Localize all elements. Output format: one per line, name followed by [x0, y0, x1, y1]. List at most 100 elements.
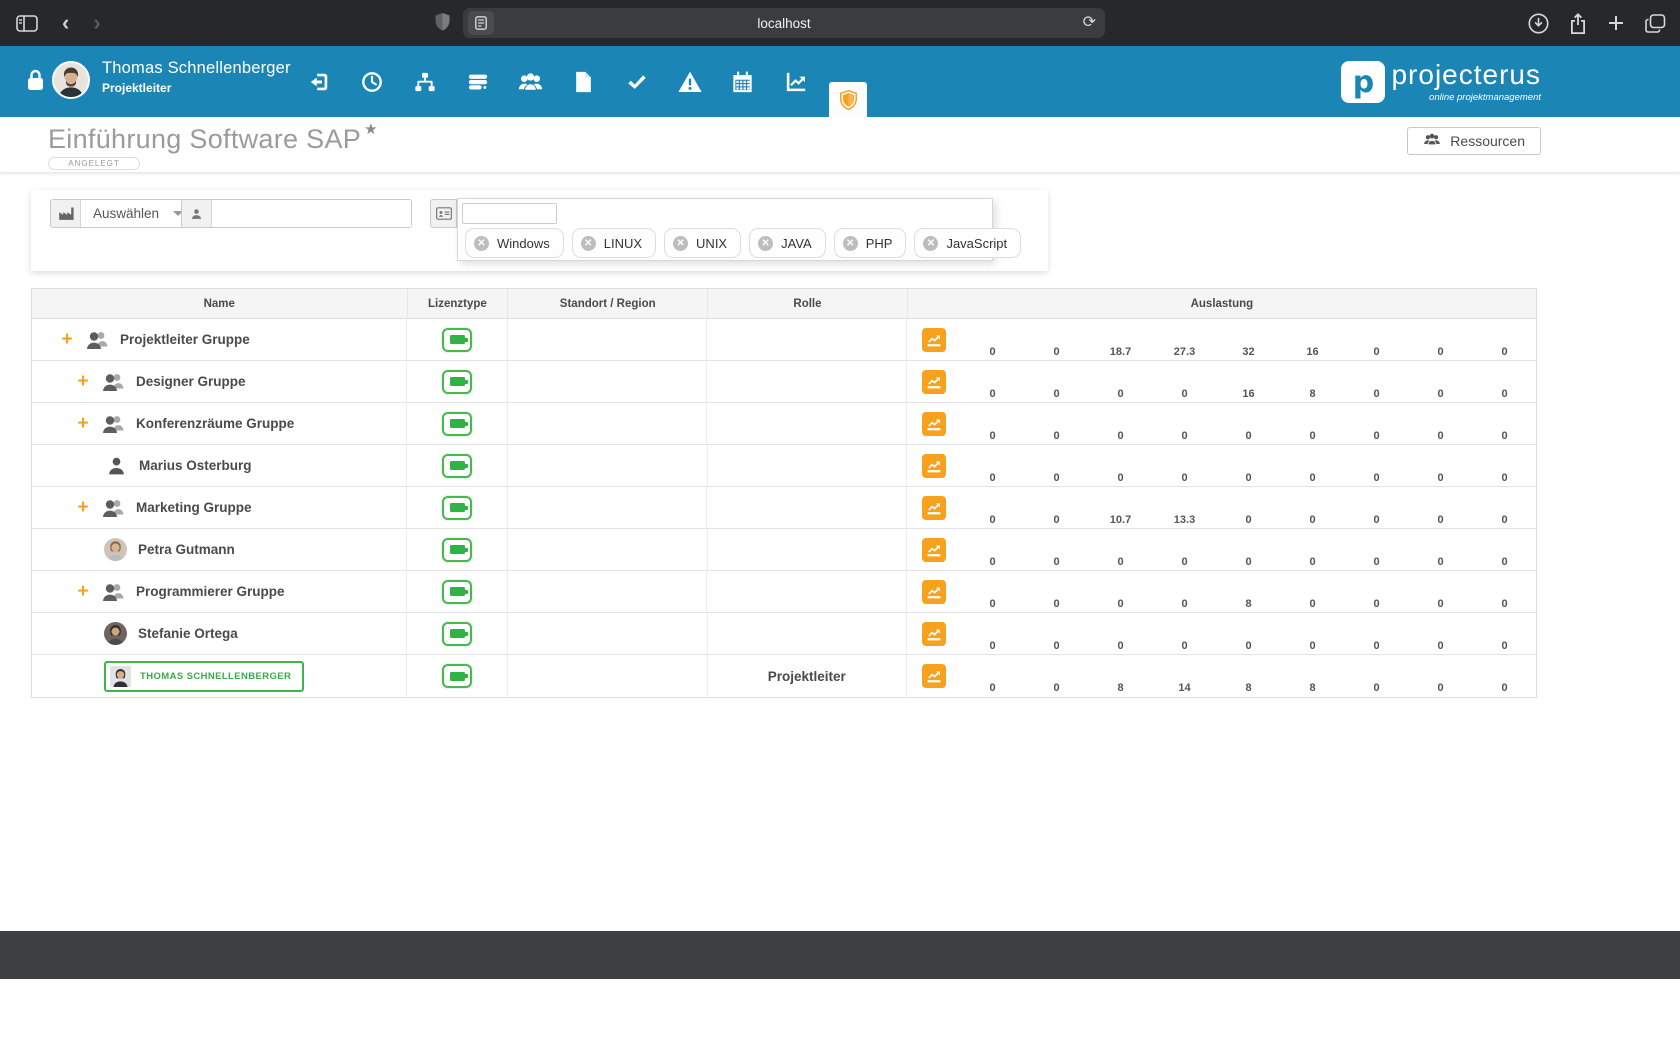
license-cell [407, 403, 508, 444]
table-row[interactable]: Stefanie Ortega000000000 [32, 613, 1536, 655]
favorite-star-icon[interactable]: ★ [364, 121, 378, 138]
utilization-chart-button[interactable] [922, 580, 946, 604]
utilization-chart-button[interactable] [922, 328, 946, 352]
address-bar[interactable]: localhost ⟳ [463, 8, 1105, 38]
expand-button[interactable]: + [76, 372, 90, 391]
lock-icon[interactable] [26, 68, 45, 97]
nav-calendar-icon[interactable] [716, 46, 769, 117]
nav-shield-icon[interactable] [829, 82, 867, 117]
skill-tag[interactable]: ✕JavaScript [914, 228, 1021, 258]
battery-license-icon[interactable] [442, 622, 472, 646]
battery-license-icon[interactable] [442, 664, 472, 688]
nav-team-icon[interactable] [504, 46, 557, 117]
team-icon [1423, 132, 1441, 150]
utilization-chart-button[interactable] [922, 496, 946, 520]
battery-license-icon[interactable] [442, 328, 472, 352]
logo-subtitle: online projektmanagement [1391, 92, 1541, 103]
nav-check-icon[interactable] [610, 46, 663, 117]
reader-icon[interactable] [468, 11, 494, 35]
tab-overview-icon[interactable] [1645, 14, 1666, 33]
nav-document-icon[interactable] [557, 46, 610, 117]
select-label-text: Auswählen [93, 206, 159, 221]
user-name: Thomas Schnellenberger [102, 59, 291, 78]
battery-license-icon[interactable] [442, 496, 472, 520]
url-text: localhost [757, 16, 810, 31]
nav-clock-icon[interactable] [345, 46, 398, 117]
utilization-cells: 0081488000 [907, 655, 1536, 697]
expand-button[interactable]: + [76, 582, 90, 601]
reload-icon[interactable]: ⟳ [1083, 12, 1096, 32]
remove-tag-icon[interactable]: ✕ [581, 236, 596, 251]
col-header-role: Rolle [708, 289, 908, 318]
role-cell [708, 613, 908, 654]
row-name: Designer Gruppe [136, 374, 246, 389]
remove-tag-icon[interactable]: ✕ [758, 236, 773, 251]
table-row[interactable]: Petra Gutmann000000000 [32, 529, 1536, 571]
utilization-chart-button[interactable] [922, 538, 946, 562]
nav-list-icon[interactable] [451, 46, 504, 117]
back-icon[interactable]: ‹ [62, 12, 69, 34]
sidebar-toggle-icon[interactable] [16, 15, 38, 32]
nav-org-chart-icon[interactable] [398, 46, 451, 117]
expand-button[interactable]: + [60, 330, 74, 349]
name-cell: THOMAS SCHNELLENBERGER [32, 655, 407, 697]
battery-license-icon[interactable] [442, 580, 472, 604]
remove-tag-icon[interactable]: ✕ [673, 236, 688, 251]
table-header-row: Name Lizenztype Standort / Region Rolle … [32, 289, 1536, 319]
table-row[interactable]: +Programmierer Gruppe000080000 [32, 571, 1536, 613]
resource-table-body: +Projektleiter Gruppe0018.727.33216000+D… [32, 319, 1536, 697]
expand-button[interactable]: + [76, 414, 90, 433]
utilization-chart-button[interactable] [922, 370, 946, 394]
department-select[interactable]: Auswählen [50, 199, 196, 228]
tag-label: JAVA [781, 236, 812, 251]
person-search-input[interactable] [212, 200, 411, 227]
utilization-chart-button[interactable] [922, 622, 946, 646]
skill-tag[interactable]: ✕ JAVA [749, 228, 826, 258]
license-cell [407, 319, 508, 360]
skill-tag[interactable]: ✕Windows [465, 228, 564, 258]
utilization-chart-button[interactable] [922, 454, 946, 478]
skill-tag[interactable]: ✕UNIX [664, 228, 741, 258]
table-row[interactable]: +Marketing Gruppe0010.713.300000 [32, 487, 1536, 529]
downloads-icon[interactable] [1528, 13, 1549, 34]
remove-tag-icon[interactable]: ✕ [923, 236, 938, 251]
row-name: Marius Osterburg [139, 458, 252, 473]
table-row[interactable]: +Designer Gruppe0000168000 [32, 361, 1536, 403]
role-cell [707, 361, 907, 402]
nav-chart-icon[interactable] [769, 46, 822, 117]
table-row[interactable]: +Projektleiter Gruppe0018.727.33216000 [32, 319, 1536, 361]
user-avatar[interactable] [52, 61, 90, 99]
expand-button[interactable]: + [76, 498, 90, 517]
current-user-pill[interactable]: THOMAS SCHNELLENBERGER [104, 661, 304, 692]
utilization-chart-button[interactable] [922, 412, 946, 436]
share-icon[interactable] [1569, 12, 1587, 34]
skill-search-input[interactable] [462, 203, 557, 224]
row-name: Petra Gutmann [138, 542, 235, 557]
battery-license-icon[interactable] [442, 412, 472, 436]
person-icon [182, 200, 212, 227]
person-filter [181, 199, 412, 228]
new-tab-icon[interactable] [1607, 14, 1625, 32]
col-header-name: Name [32, 289, 408, 318]
table-row[interactable]: THOMAS SCHNELLENBERGERProjektleiter00814… [32, 655, 1536, 697]
skill-tag[interactable]: ✕PHP [834, 228, 907, 258]
battery-license-icon[interactable] [442, 370, 472, 394]
table-row[interactable]: Marius Osterburg000000000 [32, 445, 1536, 487]
remove-tag-icon[interactable]: ✕ [843, 236, 858, 251]
name-cell: +Konferenzräume Gruppe [32, 403, 407, 444]
resources-button[interactable]: Ressourcen [1407, 127, 1541, 155]
skill-tag[interactable]: ✕LINUX [572, 228, 656, 258]
utilization-chart-button[interactable] [922, 664, 946, 688]
nav-logout-icon[interactable] [292, 46, 345, 117]
nav-warning-icon[interactable] [663, 46, 716, 117]
privacy-shield-icon[interactable] [434, 12, 451, 32]
table-row[interactable]: +Konferenzräume Gruppe 000000000 [32, 403, 1536, 445]
utilization-cells: 000000000 [907, 403, 1536, 444]
location-cell [508, 571, 708, 612]
forward-icon[interactable]: › [93, 12, 100, 34]
battery-license-icon[interactable] [442, 454, 472, 478]
role-cell [707, 403, 907, 444]
battery-license-icon[interactable] [442, 538, 472, 562]
license-cell [407, 487, 508, 528]
remove-tag-icon[interactable]: ✕ [474, 236, 489, 251]
